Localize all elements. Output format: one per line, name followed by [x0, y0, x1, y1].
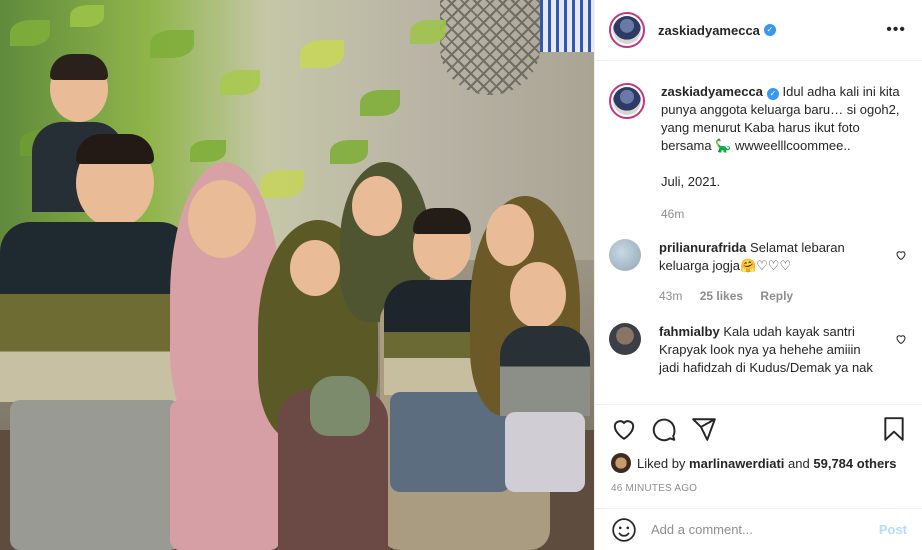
photo-leaf [330, 140, 368, 164]
comments-list[interactable]: zaskiadyamecca ✓ Idul adha kali ini kita … [595, 61, 922, 403]
photo-woman-head [188, 180, 256, 258]
photo-leaf [10, 20, 50, 46]
photo-leaf [410, 20, 446, 44]
photo-leaf [260, 170, 304, 198]
post-comment-button[interactable]: Post [879, 522, 907, 537]
comment-row: prilianurafrida Selamat lebaran keluarga… [609, 239, 907, 305]
photo-hair [413, 208, 471, 234]
post-photo[interactable] [0, 0, 594, 550]
liked-by-and: and [788, 455, 810, 471]
caption-tail: wwweelllcoommee.. [735, 138, 851, 153]
author-avatar[interactable] [609, 12, 645, 48]
photo-hair [76, 134, 154, 164]
photo-baby-head [510, 262, 566, 328]
comment-age[interactable]: 43m [659, 289, 682, 303]
add-comment-input[interactable] [651, 522, 879, 537]
photo-leaf [360, 90, 400, 116]
photo-puppet-head [310, 376, 370, 436]
photo-basketball-hoop [440, 0, 540, 95]
comment-username[interactable]: fahmialby [659, 324, 720, 339]
comment-likes[interactable]: 25 likes [700, 289, 743, 303]
comment-icon[interactable] [651, 416, 677, 442]
more-icon[interactable]: ••• [886, 21, 906, 39]
photo-pink-skirt [170, 400, 280, 550]
post-header: zaskiadyamecca ✓ ••• [595, 0, 922, 61]
photo-woman-head [352, 176, 402, 236]
photo-leaf [300, 40, 344, 68]
post-side-panel: zaskiadyamecca ✓ ••• zaskiadyamecca ✓ Idu… [594, 0, 922, 550]
verified-badge-icon: ✓ [766, 88, 779, 100]
smiley-icon[interactable] [611, 517, 637, 543]
likes-summary: Liked by marlinawerdiati and 59,784 othe… [611, 453, 907, 473]
photo-baby-outfit [500, 326, 590, 416]
comment-username[interactable]: prilianurafrida [659, 240, 746, 255]
caption-age[interactable]: 46m [661, 207, 684, 221]
comment-avatar[interactable] [609, 323, 641, 355]
post-timestamp[interactable]: 46 MINUTES AGO [611, 483, 907, 494]
photo-hair [50, 54, 108, 80]
photo-leaf [220, 70, 260, 95]
photo-girl-head [486, 204, 534, 266]
comment-like-icon[interactable] [895, 249, 907, 261]
photo-leaf [70, 5, 104, 27]
heart-icon[interactable] [611, 416, 637, 442]
comment-like-icon[interactable] [895, 333, 907, 345]
liker-avatar[interactable] [611, 453, 631, 473]
photo-girl-head [290, 240, 340, 296]
photo-man-pants [10, 400, 180, 550]
caption-emoji: 🦕 [715, 138, 732, 153]
share-icon[interactable] [691, 416, 717, 442]
photo-man-shirt [0, 222, 190, 402]
caption-username[interactable]: zaskiadyamecca [661, 84, 763, 99]
comment-avatar[interactable] [609, 239, 641, 271]
post-actions: Liked by marlinawerdiati and 59,784 othe… [595, 404, 922, 500]
photo-baby-pants [505, 412, 585, 492]
caption-date: Juli, 2021. [661, 174, 721, 189]
comment-emojis: 🤗♡♡♡ [739, 258, 792, 273]
caption-row: zaskiadyamecca ✓ Idul adha kali ini kita … [609, 83, 907, 223]
photo-net [540, 0, 594, 52]
author-username[interactable]: zaskiadyamecca [658, 23, 760, 38]
caption-author-avatar[interactable] [609, 83, 645, 119]
verified-badge-icon: ✓ [763, 24, 776, 36]
liked-by-others[interactable]: 59,784 others [813, 456, 896, 471]
add-comment-bar: Post [595, 508, 922, 550]
liked-by-prefix: Liked by [637, 455, 686, 471]
reply-button[interactable]: Reply [760, 289, 793, 303]
photo-leaf [190, 140, 226, 162]
comment-row: fahmialby Kala udah kayak santri Krapyak… [609, 323, 907, 377]
liked-by-user[interactable]: marlinawerdiati [689, 456, 784, 471]
photo-leaf [150, 30, 194, 58]
bookmark-icon[interactable] [881, 416, 907, 442]
